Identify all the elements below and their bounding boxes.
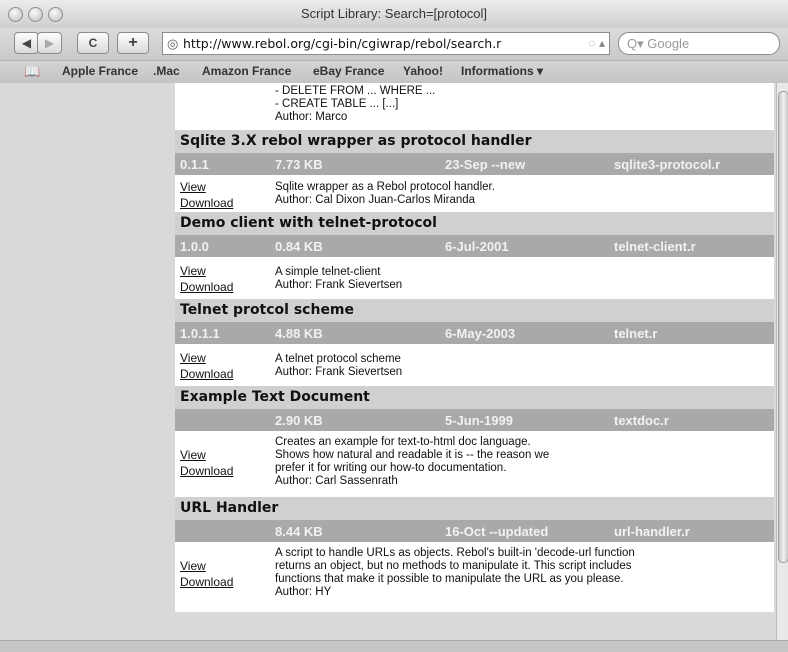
description-line: Author: Frank Sievertsen [275,366,403,378]
description-line: A telnet protocol scheme [275,353,401,365]
description-line: Shows how natural and readable it is -- … [275,449,550,461]
description-line: Author: Cal Dixon Juan-Carlos Miranda [275,194,476,206]
script-body: View Download Creates an example for tex… [175,431,774,497]
download-link[interactable]: Download [180,574,233,590]
bookmark-informations-menu[interactable]: Informations ▾ [461,64,543,78]
script-size: 7.73 KB [275,157,323,172]
script-size: 8.44 KB [275,524,323,539]
script-date: 6-May-2003 [445,326,516,341]
script-version: 1.0.0 [180,239,209,254]
download-link[interactable]: Download [180,279,233,295]
vertical-scrollbar[interactable] [776,83,788,640]
rss-icon[interactable]: ◌ ▴ [589,33,606,54]
script-body: View Download A telnet protocol scheme A… [175,344,774,386]
script-filename[interactable]: telnet-client.r [614,239,696,254]
description-line: Author: Marco [275,111,348,123]
reload-button[interactable]: C [77,32,109,54]
description-line: Sqlite wrapper as a Rebol protocol handl… [275,181,495,193]
bookmark-apple-france[interactable]: Apple France [62,64,138,78]
script-title: Demo client with telnet-protocol [175,212,774,235]
add-bookmark-button[interactable]: + [117,32,149,54]
script-title: Example Text Document [175,386,774,409]
script-meta-row: 1.0.1.1 4.88 KB 6-May-2003 telnet.r [175,322,774,344]
bookmark-mac[interactable]: .Mac [153,64,180,78]
description-line: A simple telnet-client [275,266,381,278]
script-body: View Download A script to handle URLs as… [175,542,774,612]
script-title: Sqlite 3.X rebol wrapper as protocol han… [175,130,774,153]
scrollbar-thumb[interactable] [778,91,788,563]
window-title: Script Library: Search=[protocol] [300,6,488,21]
description-line: functions that make it possible to manip… [275,573,624,585]
script-filename[interactable]: telnet.r [614,326,657,341]
description-line: A script to handle URLs as objects. Rebo… [275,547,635,559]
view-link[interactable]: View [180,263,233,279]
browser-toolbar: ◀ ▶ C + ◎ http://www.rebol.org/cgi-bin/c… [0,28,788,60]
script-version: 1.0.1.1 [180,326,220,341]
script-meta-row: 0.1.1 7.73 KB 23-Sep --new sqlite3-proto… [175,153,774,175]
search-placeholder: Q▾ Google [627,36,690,51]
description-line: prefer it for writing our how-to documen… [275,462,507,474]
previous-result-tail: - DELETE FROM ... WHERE ... - CREATE TAB… [175,83,774,130]
view-link[interactable]: View [180,447,233,463]
description-line: returns an object, but no methods to man… [275,560,632,572]
bookmark-ebay-france[interactable]: eBay France [313,64,384,78]
script-date: 16-Oct --updated [445,524,549,539]
script-size: 0.84 KB [275,239,323,254]
download-link[interactable]: Download [180,195,233,211]
address-bar[interactable]: ◎ http://www.rebol.org/cgi-bin/cgiwrap/r… [162,32,610,55]
script-filename[interactable]: textdoc.r [614,413,669,428]
script-filename[interactable]: sqlite3-protocol.r [614,157,720,172]
script-results: - DELETE FROM ... WHERE ... - CREATE TAB… [175,83,774,612]
script-size: 4.88 KB [275,326,323,341]
script-meta-row: 8.44 KB 16-Oct --updated url-handler.r [175,520,774,542]
download-link[interactable]: Download [180,366,233,382]
script-title: URL Handler [175,497,774,520]
book-icon[interactable]: 📖 [24,64,40,80]
script-body: View Download Sqlite wrapper as a Rebol … [175,175,774,212]
bookmark-yahoo[interactable]: Yahoo! [403,64,443,78]
globe-icon: ◎ [167,36,179,51]
back-button[interactable]: ◀ [14,32,39,54]
title-bar: Script Library: Search=[protocol] [0,0,788,29]
description-line: - CREATE TABLE ... [...] [275,98,399,110]
view-link[interactable]: View [180,558,233,574]
description-line: Author: Frank Sievertsen [275,279,403,291]
script-version: 0.1.1 [180,157,209,172]
bookmark-amazon-france[interactable]: Amazon France [202,64,291,78]
view-link[interactable]: View [180,179,233,195]
script-title: Telnet protcol scheme [175,299,774,322]
script-date: 23-Sep --new [445,157,526,172]
script-date: 6-Jul-2001 [445,239,509,254]
script-body: View Download A simple telnet-client Aut… [175,257,774,299]
description-line: - DELETE FROM ... WHERE ... [275,85,436,97]
forward-button[interactable]: ▶ [37,32,62,54]
script-meta-row: 1.0.0 0.84 KB 6-Jul-2001 telnet-client.r [175,235,774,257]
address-url: http://www.rebol.org/cgi-bin/cgiwrap/reb… [183,36,502,51]
view-link[interactable]: View [180,350,233,366]
page-viewport: - DELETE FROM ... WHERE ... - CREATE TAB… [0,83,776,640]
bookmarks-bar: 📖 Apple France .Mac Amazon France eBay F… [0,60,788,84]
search-field[interactable]: Q▾ Google [618,32,780,55]
download-link[interactable]: Download [180,463,233,479]
status-bar [0,640,788,652]
description-line: Author: HY [275,586,332,598]
script-filename[interactable]: url-handler.r [614,524,690,539]
script-meta-row: 2.90 KB 5-Jun-1999 textdoc.r [175,409,774,431]
script-size: 2.90 KB [275,413,323,428]
description-line: Author: Carl Sassenrath [275,475,398,487]
description-line: Creates an example for text-to-html doc … [275,436,531,448]
script-date: 5-Jun-1999 [445,413,513,428]
